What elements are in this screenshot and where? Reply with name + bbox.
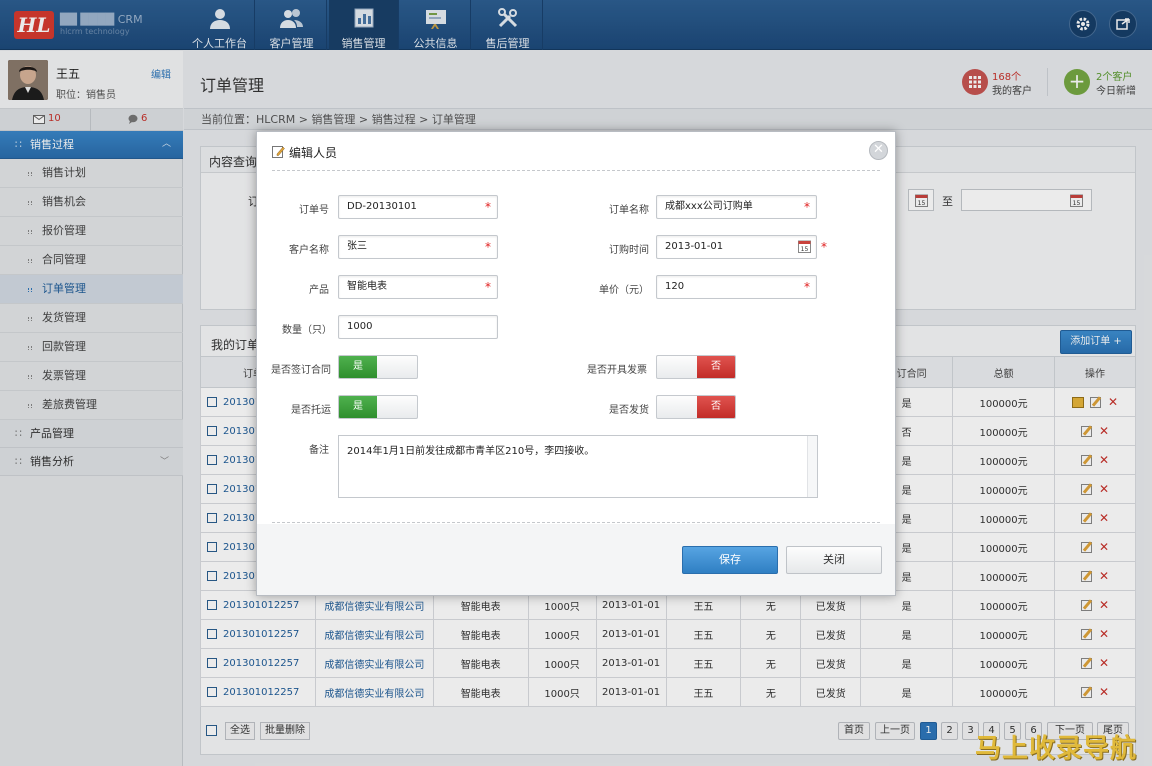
customer-label: 客户名称	[289, 245, 329, 256]
save-button[interactable]: 保存	[682, 546, 778, 574]
quantity-label: 数量（只）	[282, 325, 332, 336]
divider	[272, 170, 880, 171]
invoice-issued-label: 是否开具发票	[587, 365, 647, 376]
required-marker: *	[485, 280, 491, 294]
edit-icon	[272, 146, 285, 158]
edit-dialog: 编辑人员 ✕ 订单号 DD-20130101 * 订单名称 成都xxx公司订购单…	[256, 131, 896, 596]
calendar-icon[interactable]: 15	[798, 239, 811, 253]
product-label: 产品	[309, 285, 329, 296]
customer-field[interactable]: 张三	[338, 235, 498, 259]
consignment-label: 是否托运	[291, 405, 331, 416]
notes-text: 2014年1月1日前发往成都市青羊区210号，李四接收。	[347, 446, 595, 457]
close-button[interactable]: 关闭	[786, 546, 882, 574]
unit-price-field[interactable]: 120	[656, 275, 817, 299]
shipped-label: 是否发货	[609, 405, 649, 416]
required-marker: *	[821, 240, 827, 254]
consignment-toggle[interactable]: 是	[338, 395, 418, 419]
order-date-label: 订购时间	[609, 245, 649, 256]
order-no-label: 订单号	[299, 205, 329, 216]
notes-label: 备注	[309, 445, 329, 456]
svg-text:15: 15	[801, 246, 809, 253]
toggle-off-label: 否	[697, 356, 735, 378]
required-marker: *	[804, 280, 810, 294]
shipped-toggle[interactable]: 否	[656, 395, 736, 419]
required-marker: *	[485, 200, 491, 214]
quantity-field[interactable]: 1000	[338, 315, 498, 339]
signed-contract-label: 是否签订合同	[271, 365, 331, 376]
close-icon[interactable]: ✕	[869, 141, 888, 160]
toggle-on-label: 是	[339, 396, 377, 418]
order-date-field[interactable]: 2013-01-01	[656, 235, 817, 259]
order-no-field[interactable]: DD-20130101	[338, 195, 498, 219]
divider	[272, 522, 880, 523]
required-marker: *	[804, 200, 810, 214]
unit-price-label: 单价（元）	[599, 285, 649, 296]
notes-textarea[interactable]: 2014年1月1日前发往成都市青羊区210号，李四接收。	[338, 435, 818, 498]
toggle-off-label: 否	[697, 396, 735, 418]
order-name-label: 订单名称	[609, 205, 649, 216]
signed-contract-toggle[interactable]: 是	[338, 355, 418, 379]
order-name-field[interactable]: 成都xxx公司订购单	[656, 195, 817, 219]
invoice-issued-toggle[interactable]: 否	[656, 355, 736, 379]
dialog-title: 编辑人员	[289, 146, 338, 160]
toggle-on-label: 是	[339, 356, 377, 378]
required-marker: *	[485, 240, 491, 254]
product-field[interactable]: 智能电表	[338, 275, 498, 299]
scrollbar[interactable]	[807, 436, 817, 497]
